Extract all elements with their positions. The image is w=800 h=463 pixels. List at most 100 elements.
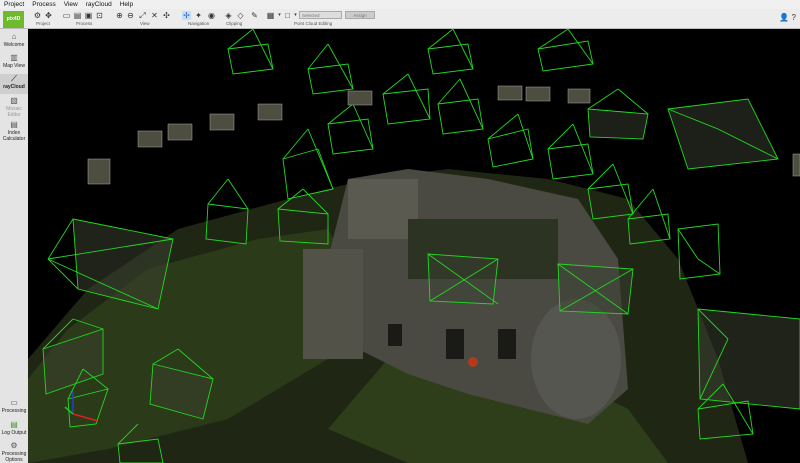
- sidebar-item-label: Log Output: [1, 430, 27, 436]
- move-icon[interactable]: ✥: [44, 11, 53, 20]
- clipping-cube-icon[interactable]: ◇: [236, 11, 245, 20]
- project-options-icon[interactable]: ⚙: [33, 11, 42, 20]
- sidebar-item-raycloud[interactable]: ⟋ rayCloud: [0, 74, 28, 94]
- zoom-out-icon[interactable]: ⊖: [126, 11, 135, 20]
- castle-tower-north: [348, 179, 418, 239]
- sidebar-item-log-output[interactable]: ▤ Log Output: [0, 420, 28, 440]
- visibility-eye-icon[interactable]: ◉: [207, 11, 216, 20]
- image-thumbnail: [167, 123, 193, 141]
- export-icon[interactable]: ⊡: [95, 11, 104, 20]
- menu-process[interactable]: Process: [28, 0, 59, 9]
- sidebar: ⌂ Welcome ▥ Map View ⟋ rayCloud ▧ Mosaic…: [0, 29, 29, 463]
- user-icon[interactable]: 👤: [779, 13, 789, 22]
- toolbar-group-process: ▭ ▤ ▣ ⊡ Process: [60, 10, 110, 28]
- image-thumbnail: [525, 86, 551, 102]
- home-icon: ⌂: [11, 32, 17, 41]
- camera-frustum: [382, 73, 431, 125]
- menu-help[interactable]: Help: [116, 0, 137, 9]
- toolbar: pix4D ⚙ ✥ Project ▭ ▤ ▣ ⊡ Process ⊕ ⊖ ⤢ …: [0, 9, 800, 29]
- processing-icon: ▭: [10, 398, 18, 407]
- menu-bar: Project Process View rayCloud Help: [0, 0, 800, 9]
- castle-window: [388, 324, 402, 346]
- toolbar-label-point-cloud-editing: Point Cloud Editing: [294, 21, 333, 26]
- camera-frustum: [47, 218, 174, 310]
- image-thumbnail: [209, 113, 235, 131]
- menu-view[interactable]: View: [60, 0, 82, 9]
- edit-densified-icon[interactable]: ▦: [266, 11, 275, 20]
- new-document-icon[interactable]: ▭: [62, 11, 71, 20]
- mosaic-icon: ▧: [10, 96, 18, 105]
- sidebar-item-processing[interactable]: ▭ Processing: [0, 398, 28, 418]
- camera-frustum: [327, 103, 374, 155]
- navigation-mode-icon[interactable]: ✢: [182, 11, 191, 20]
- red-object: [468, 357, 478, 367]
- castle-tower-round: [531, 299, 621, 419]
- castle-window: [446, 329, 464, 359]
- camera-frustum: [437, 78, 484, 135]
- app-logo: pix4D: [3, 11, 24, 28]
- sidebar-item-map-view[interactable]: ▥ Map View: [0, 53, 28, 73]
- toolbar-label-project: Project: [36, 21, 51, 26]
- brush-icon[interactable]: ✎: [250, 11, 259, 20]
- toolbar-label-view: View: [140, 21, 150, 26]
- zoom-extent-icon[interactable]: ⤢: [138, 11, 147, 20]
- castle-tower-west: [303, 249, 363, 359]
- camera-frustum: [587, 88, 649, 140]
- camera-frustum: [677, 223, 721, 280]
- toolbar-label-process: Process: [76, 21, 93, 26]
- navigation-axis-icon[interactable]: ✦: [194, 11, 203, 20]
- clipping-box-icon[interactable]: ◈: [224, 11, 233, 20]
- sidebar-item-label: rayCloud: [3, 84, 25, 90]
- toolbar-group-clipping: ◈ ◇ ✎ Clipping: [222, 10, 264, 28]
- sidebar-item-label: Processing Options: [1, 451, 27, 463]
- fit-view-icon[interactable]: ✕: [150, 11, 159, 20]
- sidebar-item-index-calculator[interactable]: ▤ Index Calculator: [0, 120, 28, 144]
- image-thumbnail: [87, 158, 111, 185]
- point-cloud-scene: [28, 29, 800, 463]
- camera-frustum: [227, 29, 274, 75]
- sidebar-item-mosaic-editor[interactable]: ▧ Mosaic Editor: [0, 96, 28, 118]
- toolbar-group-view: ⊕ ⊖ ⤢ ✕ ✣ View: [114, 10, 178, 28]
- sidebar-item-label: Welcome: [3, 42, 25, 48]
- sidebar-item-label: Index Calculator: [2, 130, 26, 142]
- camera-frustum: [547, 123, 594, 180]
- image-thumbnail: [567, 88, 591, 104]
- camera-frustum: [667, 98, 779, 170]
- index-calculator-icon: ▤: [10, 120, 18, 129]
- sidebar-item-processing-options[interactable]: ⚙ Processing Options: [0, 441, 28, 463]
- open-folder-icon[interactable]: ▤: [73, 11, 82, 20]
- camera-frustum: [427, 29, 474, 75]
- menu-project[interactable]: Project: [0, 0, 28, 9]
- toolbar-group-project: ⚙ ✥ Project: [30, 10, 58, 28]
- toolbar-group-navigation: ✢ ✦ ◉ Navigation: [180, 10, 222, 28]
- camera-frustum: [282, 128, 334, 200]
- raycloud-icon: ⟋: [11, 74, 17, 83]
- zoom-in-icon[interactable]: ⊕: [115, 11, 124, 20]
- toolbar-label-navigation: Navigation: [188, 21, 210, 26]
- help-icon[interactable]: ?: [792, 13, 796, 22]
- map-icon: ▥: [10, 53, 18, 62]
- image-thumbnail: [257, 103, 283, 121]
- castle-window: [498, 329, 516, 359]
- image-thumbnail: [347, 90, 373, 106]
- log-output-icon: ▤: [10, 420, 18, 429]
- save-icon[interactable]: ▣: [84, 11, 93, 20]
- camera-frustum: [537, 29, 594, 72]
- image-thumbnail: [792, 153, 800, 177]
- camera-frustum: [557, 263, 634, 315]
- sidebar-item-label: Mosaic Editor: [6, 106, 22, 118]
- raycloud-viewport[interactable]: [28, 29, 800, 463]
- sidebar-item-label: Map View: [3, 63, 25, 69]
- toolbar-label-clipping: Clipping: [226, 21, 243, 26]
- gear-icon: ⚙: [10, 441, 18, 450]
- assign-button[interactable]: Assign: [345, 11, 375, 19]
- window-controls: 👤 ?: [779, 13, 796, 22]
- sidebar-item-label: Processing: [1, 408, 27, 414]
- camera-frustum: [487, 113, 534, 168]
- menu-raycloud[interactable]: rayCloud: [82, 0, 116, 9]
- camera-frustum: [307, 43, 354, 95]
- class-select[interactable]: Selected: [299, 11, 342, 19]
- pan-view-icon[interactable]: ✣: [162, 11, 171, 20]
- image-thumbnail: [497, 85, 523, 101]
- sidebar-item-welcome[interactable]: ⌂ Welcome: [0, 32, 28, 52]
